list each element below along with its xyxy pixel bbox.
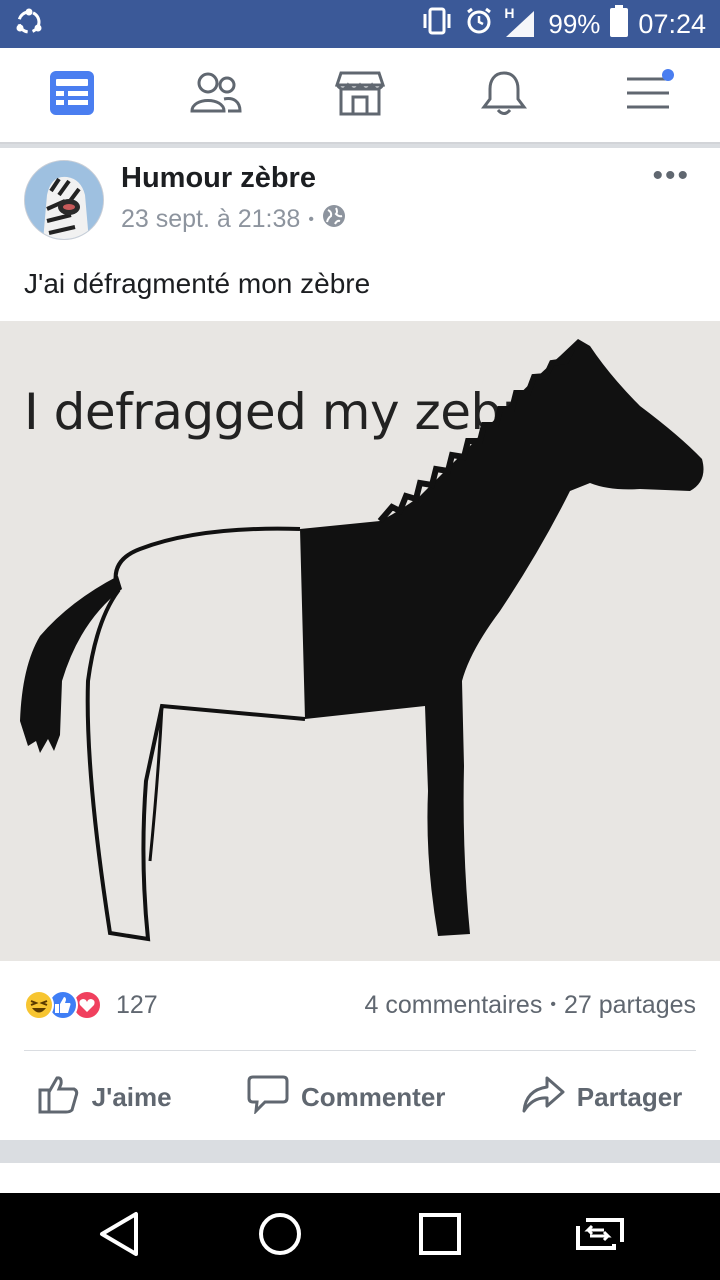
like-button[interactable]: J'aime [38, 1074, 172, 1121]
share-arrow-icon [521, 1074, 565, 1121]
signal-icon: H [504, 5, 538, 39]
engagement-counts: 4 commentaires • 27 partages [364, 991, 696, 1020]
nav-friends[interactable] [166, 47, 266, 143]
counts-separator: • [550, 996, 556, 1013]
top-nav-bar [0, 48, 720, 144]
alarm-icon [464, 6, 494, 43]
haha-reaction-icon [24, 990, 54, 1020]
thumbs-up-icon [38, 1074, 80, 1121]
back-button[interactable] [80, 1197, 160, 1277]
reactions-summary[interactable]: 127 [24, 990, 158, 1020]
post-timestamp[interactable]: 23 sept. à 21:38 [121, 205, 300, 234]
marketplace-icon [334, 69, 386, 122]
comment-label: Commenter [300, 1081, 446, 1112]
meta-separator: • [308, 210, 314, 228]
reactions-row: 127 4 commentaires • 27 partages [24, 983, 696, 1027]
post-image[interactable]: I defragged my zebra [0, 321, 720, 961]
post-text: J'ai défragmenté mon zèbre [24, 268, 371, 299]
post-options-button[interactable]: ••• [652, 161, 690, 191]
bell-icon [481, 69, 527, 122]
nav-marketplace[interactable] [310, 47, 410, 143]
system-nav-bar [0, 1193, 720, 1280]
page-avatar[interactable] [24, 160, 104, 240]
comment-icon [247, 1074, 289, 1121]
globe-icon [322, 204, 346, 235]
post-header: Humour zèbre 23 sept. à 21:38 • ••• [0, 148, 720, 248]
recents-square-icon [418, 1212, 462, 1261]
switch-app-button[interactable] [560, 1197, 640, 1277]
status-bar: H 99% 07:24 [0, 0, 720, 48]
nav-menu[interactable] [598, 47, 698, 143]
vibrate-icon [420, 6, 454, 43]
comments-count[interactable]: 4 commentaires [364, 991, 542, 1020]
share-button[interactable]: Partager [521, 1074, 683, 1121]
sync-icon [14, 7, 44, 42]
shares-count[interactable]: 27 partages [564, 991, 696, 1020]
reaction-count: 127 [116, 990, 158, 1019]
battery-icon [610, 4, 629, 44]
notification-dot [662, 69, 674, 81]
comment-button[interactable]: Commenter [247, 1074, 445, 1121]
home-button[interactable] [240, 1197, 320, 1277]
clock: 07:24 [638, 8, 706, 39]
next-post-card [0, 1163, 720, 1193]
network-type-label: H [504, 5, 515, 21]
nav-notifications[interactable] [454, 47, 554, 143]
recents-button[interactable] [400, 1197, 480, 1277]
page-name[interactable]: Humour zèbre [121, 162, 316, 195]
battery-percent: 99% [548, 8, 601, 39]
divider [24, 1050, 696, 1051]
reaction-icons [24, 990, 102, 1020]
share-label: Partager [576, 1081, 683, 1112]
like-label: J'aime [91, 1081, 172, 1112]
home-circle-icon [257, 1211, 303, 1262]
news-feed-icon [48, 69, 96, 122]
nav-news-feed[interactable] [22, 47, 122, 143]
post-card: Humour zèbre 23 sept. à 21:38 • ••• J'ai… [0, 148, 720, 1140]
post-actions: J'aime Commenter Partager [0, 1054, 720, 1140]
zebra-drawing [20, 339, 704, 942]
switch-app-icon [574, 1216, 626, 1257]
post-meta: 23 sept. à 21:38 • [121, 204, 346, 235]
back-triangle-icon [98, 1210, 142, 1263]
friends-icon [190, 69, 242, 122]
